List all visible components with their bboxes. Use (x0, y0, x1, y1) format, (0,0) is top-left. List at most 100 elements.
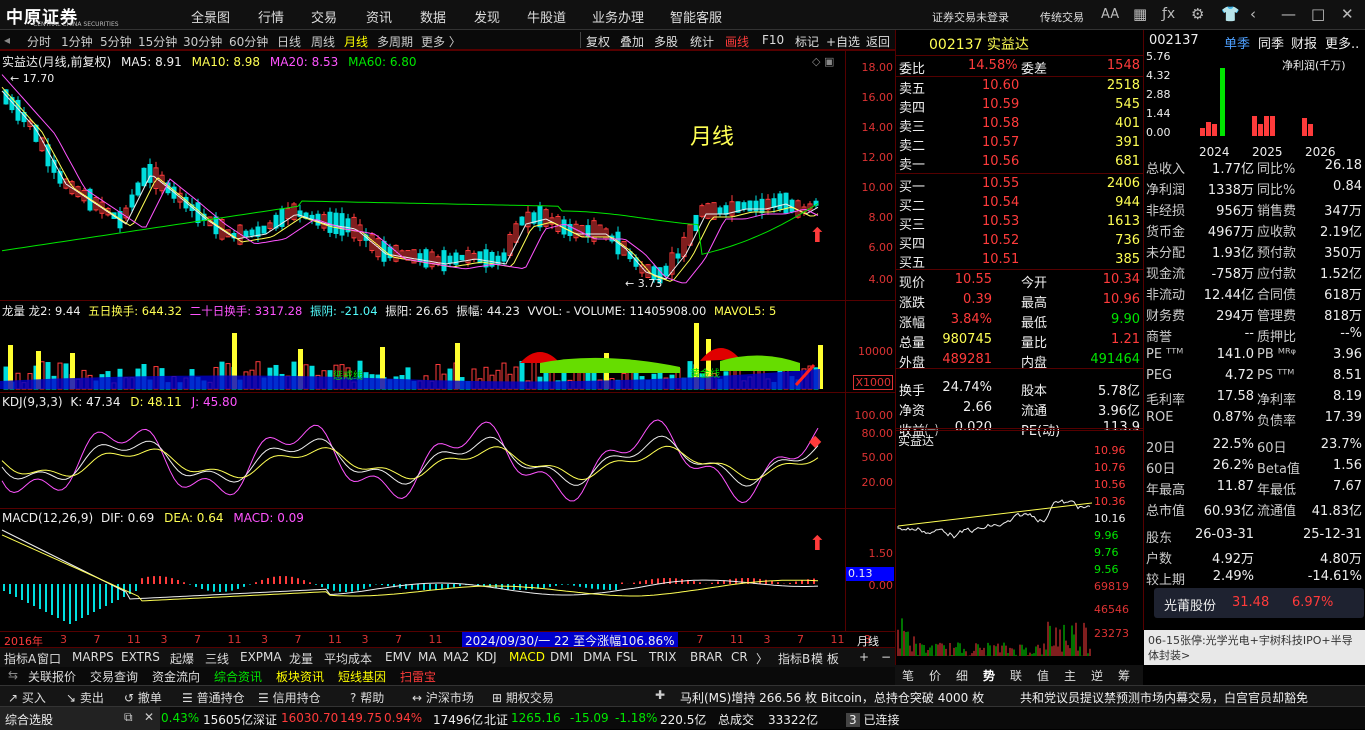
detail-tab[interactable]: 主 (1064, 667, 1076, 684)
menu-quotes[interactable]: 行情 (258, 7, 284, 26)
grid-icon[interactable]: ▦ (1133, 5, 1147, 23)
login-status[interactable]: 证券交易未登录 (932, 9, 1009, 25)
news-ticker[interactable]: 马利(MS)增持 266.56 枚 Bitcoin，总持仓突破 4000 枚 (680, 689, 984, 706)
info-tab[interactable]: 交易查询 (90, 668, 138, 685)
indicator-tab[interactable]: EMV (385, 650, 411, 664)
info-tab[interactable]: 综合资讯 (214, 668, 262, 685)
trade-5[interactable]: ? 帮助 (350, 689, 384, 706)
macd-panel[interactable]: MACD(12,26,9) DIF: 0.69 DEA: 0.64 MACD: … (0, 508, 895, 632)
period-60m[interactable]: 60分钟 (229, 33, 268, 50)
detail-tab[interactable]: 值 (1037, 667, 1049, 684)
menu-data[interactable]: 数据 (420, 7, 446, 26)
indicator-tab[interactable]: EXTRS (121, 650, 160, 664)
indicator-tab[interactable]: + (859, 650, 869, 664)
tool-return[interactable]: 返回 (866, 33, 890, 50)
info-tab[interactable]: 资金流向 (152, 668, 200, 685)
info-tab[interactable]: 板块资讯 (276, 668, 324, 685)
classic-trade[interactable]: 传统交易 (1040, 9, 1084, 25)
indicator-tab[interactable]: − (881, 650, 891, 664)
kdj-panel[interactable]: KDJ(9,3,3) K: 47.34 D: 48.11 J: 45.80 ◆ … (0, 392, 895, 509)
menu-trade[interactable]: 交易 (311, 7, 337, 26)
indicator-tab[interactable]: 起爆 (170, 650, 194, 667)
menu-service[interactable]: 智能客服 (670, 7, 722, 26)
indicator-tab[interactable]: 龙量 (289, 650, 313, 667)
indicator-tab[interactable]: BRAR (690, 650, 723, 664)
volume-panel[interactable]: 龙量 龙2: 9.44 五日换手: 644.32 二十日换手: 3317.28 … (0, 300, 895, 393)
detail-tab[interactable]: 势 (983, 667, 995, 684)
period-week[interactable]: 周线 (311, 33, 335, 50)
info-tab[interactable]: 短线基因 (338, 668, 386, 685)
menu-overview[interactable]: 全景图 (191, 7, 230, 26)
arrow-left-icon[interactable]: ⇆ (8, 668, 18, 682)
period-5m[interactable]: 5分钟 (100, 33, 132, 50)
indicator-tab[interactable]: TRIX (649, 650, 676, 664)
detail-tab[interactable]: 联 (1010, 667, 1022, 684)
period-15m[interactable]: 15分钟 (138, 33, 177, 50)
menu-news[interactable]: 资讯 (366, 7, 392, 26)
back-icon[interactable]: ‹ (1250, 5, 1256, 23)
detail-tab[interactable]: 细 (956, 667, 968, 684)
indicator-tab[interactable]: DMA (583, 650, 611, 664)
tool-draw[interactable]: 画线 (725, 33, 749, 50)
indicator-tab[interactable]: MA (418, 650, 437, 664)
trade-0[interactable]: ↗ 买入 (8, 689, 46, 706)
font-size-icon[interactable]: AA (1101, 7, 1119, 22)
indicator-tab[interactable]: MA2 (443, 650, 469, 664)
menu-discover[interactable]: 发现 (474, 7, 500, 26)
minimize-icon[interactable]: — (1281, 5, 1296, 23)
indicator-tab[interactable]: 〉 (756, 650, 768, 667)
indicator-tab[interactable]: CR (731, 650, 748, 664)
period-more[interactable]: 更多 〉 (421, 33, 461, 50)
formula-icon[interactable]: ƒx (1162, 6, 1175, 22)
period-day[interactable]: 日线 (277, 33, 301, 50)
indicator-tab[interactable]: 三线 (205, 650, 229, 667)
indicator-tab[interactable]: DMI (550, 650, 573, 664)
tool-add-fav[interactable]: +自选 (826, 33, 860, 50)
detail-tab[interactable]: 逆 (1091, 667, 1103, 684)
indicator-tab[interactable]: 平均成本 (324, 650, 372, 667)
detail-tab[interactable]: 价 (929, 667, 941, 684)
trade-7[interactable]: ⊞ 期权交易 (492, 689, 554, 706)
tool-adjust[interactable]: 复权 (586, 33, 610, 50)
period-month[interactable]: 月线 (344, 33, 368, 50)
period-multi[interactable]: 多周期 (377, 33, 413, 50)
tool-f10[interactable]: F10 (762, 33, 784, 47)
kline-panel[interactable]: 实益达(月线,前复权) MA5: 8.91 MA10: 8.98 MA20: 8… (0, 50, 895, 301)
indicator-tab[interactable]: 模 板 (811, 650, 839, 667)
tool-mark[interactable]: 标记 (795, 33, 819, 50)
menu-business[interactable]: 业务办理 (592, 7, 644, 26)
stock-select-box[interactable]: 综合选股 ⧉ ✕ (0, 707, 160, 730)
period-1m[interactable]: 1分钟 (61, 33, 93, 50)
trade-4[interactable]: ☰ 信用持仓 (258, 689, 321, 706)
indicator-tab[interactable]: EXPMA (240, 650, 282, 664)
maximize-icon[interactable]: □ (1311, 5, 1325, 23)
skin-icon[interactable]: 👕 (1221, 5, 1240, 23)
indicator-tab[interactable]: 指标B (778, 650, 810, 667)
info-tab[interactable]: 扫雷宝 (400, 668, 436, 685)
news-item[interactable]: 06-15张停:光学光电+宇树科技IPO+半导体封装> (1144, 630, 1365, 665)
indicator-tab[interactable]: MARPS (72, 650, 114, 664)
indicator-tab[interactable]: KDJ (476, 650, 497, 664)
tool-multi[interactable]: 多股 (654, 33, 678, 50)
detail-tab[interactable]: 筹 (1118, 667, 1130, 684)
toggle-icon[interactable]: ◂ (4, 33, 10, 47)
detail-tab[interactable]: 笔 (902, 667, 914, 684)
indicator-tab[interactable]: 窗口 (37, 650, 61, 667)
tool-overlay[interactable]: 叠加 (620, 33, 644, 50)
trade-1[interactable]: ↘ 卖出 (66, 689, 104, 706)
close-icon[interactable]: ✕ (1341, 5, 1354, 23)
indicator-tab[interactable]: FSL (616, 650, 637, 664)
menu-niugu[interactable]: 牛股道 (527, 7, 566, 26)
stock-popup[interactable]: 光莆股份 31.48 6.97% (1154, 588, 1364, 618)
period-30m[interactable]: 30分钟 (183, 33, 222, 50)
settings-icon[interactable]: ⚙ (1191, 5, 1204, 23)
trade-6[interactable]: ↔ 沪深市场 (412, 689, 474, 706)
tool-stats[interactable]: 统计 (690, 33, 714, 50)
period-fenshi[interactable]: 分时 (27, 33, 51, 50)
news-ticker-2[interactable]: 共和党议员提议禁预测市场内幕交易，白宫官员却豁免 (1020, 689, 1365, 706)
trade-2[interactable]: ↺ 撤单 (124, 689, 162, 706)
indicator-tab[interactable]: MACD (509, 650, 545, 664)
info-tab[interactable]: 关联报价 (28, 668, 76, 685)
trade-3[interactable]: ☰ 普通持仓 (182, 689, 245, 706)
indicator-tab[interactable]: 指标A (4, 650, 36, 667)
